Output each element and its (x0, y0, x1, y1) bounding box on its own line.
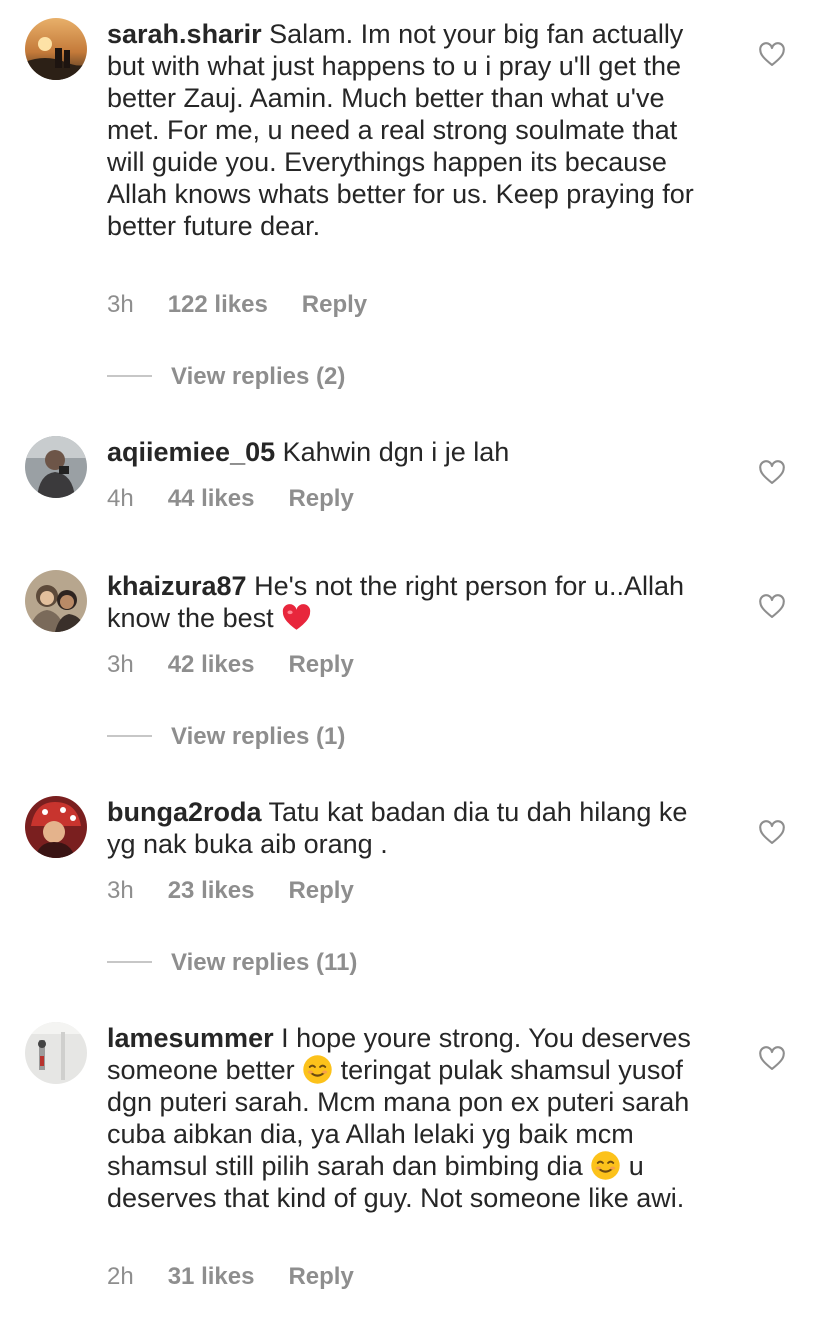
view-replies-button[interactable]: View replies (1) (107, 722, 345, 752)
comment-likes[interactable]: 122 likes (168, 290, 268, 320)
avatar-photo-icon (25, 796, 87, 858)
comment-username[interactable]: sarah.sharir (107, 19, 262, 49)
comment-likes[interactable]: 31 likes (168, 1262, 255, 1292)
like-heart-icon[interactable] (758, 41, 786, 69)
reply-button[interactable]: Reply (288, 650, 353, 680)
smiling-face-emoji-icon (302, 1054, 333, 1085)
comment-time: 2h (107, 1263, 134, 1290)
red-heart-emoji-icon (281, 602, 312, 633)
comment-username[interactable]: bunga2roda (107, 797, 262, 827)
avatar-photo-icon (25, 570, 87, 632)
comment-text: sarah.sharir Salam. Im not your big fan … (107, 18, 722, 242)
view-replies-label: View replies (1) (171, 723, 346, 750)
view-replies-button[interactable]: View replies (11) (107, 948, 357, 978)
avatar-photo-icon (25, 436, 87, 498)
like-heart-icon[interactable] (758, 459, 786, 487)
reply-button[interactable]: Reply (288, 484, 353, 514)
like-heart-icon[interactable] (758, 819, 786, 847)
comment-meta: 2h 31 likes Reply (107, 1262, 354, 1292)
comment-body: Kahwin dgn i je lah (282, 437, 510, 467)
comment-time: 4h (107, 485, 134, 512)
avatar-photo-icon (25, 1022, 87, 1084)
comment-text: lamesummer I hope youre strong. You dese… (107, 1022, 722, 1214)
reply-button[interactable]: Reply (288, 1262, 353, 1292)
comment-likes[interactable]: 23 likes (168, 876, 255, 906)
view-replies-label: View replies (11) (171, 949, 358, 976)
comment-username[interactable]: khaizura87 (107, 571, 247, 601)
avatar[interactable] (25, 18, 87, 80)
comment-meta: 4h 44 likes Reply (107, 484, 354, 514)
comment-meta: 3h 23 likes Reply (107, 876, 354, 906)
comment-meta: 3h 42 likes Reply (107, 650, 354, 680)
divider-line (107, 960, 152, 963)
comment-meta: 3h 122 likes Reply (107, 290, 367, 320)
view-replies-label: View replies (2) (171, 363, 346, 390)
comment-username[interactable]: lamesummer (107, 1023, 274, 1053)
comment-username[interactable]: aqiiemiee_05 (107, 437, 275, 467)
comment-text: bunga2roda Tatu kat badan dia tu dah hil… (107, 796, 722, 860)
divider-line (107, 734, 152, 737)
avatar[interactable] (25, 570, 87, 632)
view-replies-button[interactable]: View replies (2) (107, 362, 345, 392)
avatar[interactable] (25, 436, 87, 498)
comment-text: aqiiemiee_05 Kahwin dgn i je lah (107, 436, 722, 468)
comment-likes[interactable]: 44 likes (168, 484, 255, 514)
comment-time: 3h (107, 651, 134, 678)
comment-text: khaizura87 He's not the right person for… (107, 570, 722, 634)
comment-time: 3h (107, 877, 134, 904)
like-heart-icon[interactable] (758, 1045, 786, 1073)
comment-time: 3h (107, 291, 134, 318)
comment-likes[interactable]: 42 likes (168, 650, 255, 680)
avatar[interactable] (25, 796, 87, 858)
divider-line (107, 374, 152, 377)
comment-body: Salam. Im not your big fan actually but … (107, 19, 694, 241)
like-heart-icon[interactable] (758, 593, 786, 621)
avatar-photo-icon (25, 18, 87, 80)
reply-button[interactable]: Reply (288, 876, 353, 906)
smiling-face-emoji-icon (590, 1150, 621, 1181)
reply-button[interactable]: Reply (302, 290, 367, 320)
avatar[interactable] (25, 1022, 87, 1084)
